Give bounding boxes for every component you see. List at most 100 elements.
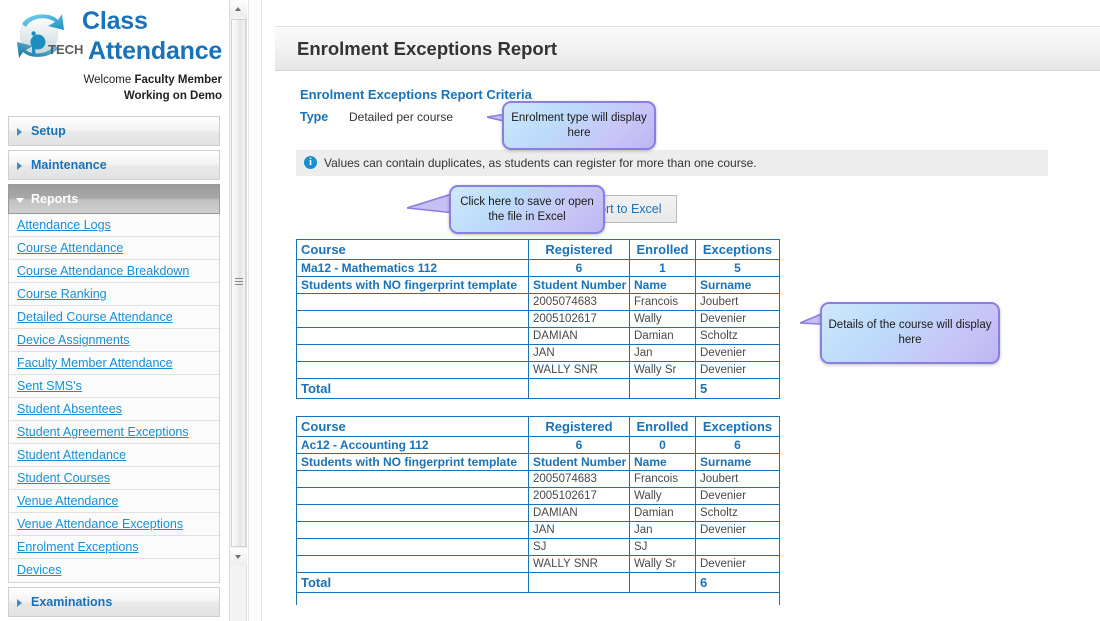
reports-link-list: Attendance Logs Course Attendance Course… [8, 214, 220, 583]
sidebar-item-detailed-course-attendance[interactable]: Detailed Course Attendance [9, 306, 219, 329]
type-label: Type [300, 110, 329, 124]
sidebar-scrollbar[interactable] [229, 0, 247, 621]
sidebar-item-course-attendance[interactable]: Course Attendance [9, 237, 219, 260]
student-name: Damian [629, 504, 696, 522]
page-scrollbar-track[interactable] [248, 0, 262, 621]
sidebar-item-attendance-logs[interactable]: Attendance Logs [9, 214, 219, 237]
total-value: 5 [695, 378, 780, 399]
student-surname: Joubert [695, 470, 780, 488]
sidebar-item-venue-attendance-exceptions[interactable]: Venue Attendance Exceptions [9, 513, 219, 536]
info-message-text: Values can contain duplicates, as studen… [324, 156, 757, 170]
sidebar-item-faculty-member-attendance[interactable]: Faculty Member Attendance [9, 352, 219, 375]
subheader-no-fingerprint: Students with NO fingerprint template [296, 276, 529, 294]
student-surname: Devenier [695, 487, 780, 505]
scrollbar-grip-icon [235, 278, 243, 285]
table-row: JAN Jan Devenier [296, 344, 780, 362]
table-subheader-row: Students with NO fingerprint template St… [296, 276, 780, 294]
student-name: Jan [629, 521, 696, 539]
sidebar-item-enrolment-exceptions[interactable]: Enrolment Exceptions [9, 536, 219, 559]
table-row: WALLY SNR Wally Sr Devenier [296, 555, 780, 573]
application-window: TECH Class Attendance Welcome Faculty Me… [0, 0, 1100, 621]
brand-title-line2: Attendance [88, 37, 223, 65]
subheader-student-number: Student Number [528, 276, 630, 294]
student-number: 2005074683 [528, 470, 630, 488]
total-label: Total [296, 572, 529, 593]
student-surname: Devenier [695, 555, 780, 573]
scroll-down-arrow-icon[interactable] [230, 548, 247, 565]
table-row: WALLY SNR Wally Sr Devenier [296, 361, 780, 379]
chevron-right-icon [17, 599, 22, 607]
welcome-line-2: Working on Demo [123, 90, 222, 102]
chevron-right-icon [17, 162, 22, 170]
subheader-student-number: Student Number [528, 453, 630, 471]
sidebar-section-setup[interactable]: Setup [8, 116, 220, 146]
sidebar-item-venue-attendance[interactable]: Venue Attendance [9, 490, 219, 513]
student-surname: Devenier [695, 361, 780, 379]
criteria-heading: Enrolment Exceptions Report Criteria [300, 87, 532, 102]
brand-title-line1: Class [82, 7, 148, 35]
brand-header: TECH Class Attendance Welcome Faculty Me… [0, 0, 228, 112]
course-registered: 6 [528, 436, 630, 454]
sidebar-section-examinations-label: Examinations [31, 595, 113, 609]
student-number: SJ [528, 538, 630, 556]
export-callout-text: Click here to save or open the file in E… [460, 195, 594, 223]
scroll-up-arrow-icon[interactable] [230, 0, 247, 17]
student-number: DAMIAN [528, 504, 630, 522]
details-callout-text: Details of the course will display here [828, 319, 992, 346]
student-name: Wally Sr [629, 361, 696, 379]
type-value: Detailed per course [349, 110, 454, 124]
sidebar-item-student-agreement-exceptions[interactable]: Student Agreement Exceptions [9, 421, 219, 444]
student-number: WALLY SNR [528, 361, 630, 379]
type-callout: Enrolment type will display here [502, 101, 656, 150]
column-header-enrolled: Enrolled [629, 239, 696, 260]
iptech-globe-logo-icon: TECH [17, 14, 83, 58]
enrolment-exceptions-table-1: Course Registered Enrolled Exceptions Ma… [296, 239, 780, 399]
course-registered: 6 [528, 259, 630, 277]
type-callout-text: Enrolment type will display here [511, 111, 647, 139]
sidebar-section-maintenance-label: Maintenance [31, 158, 107, 172]
subheader-name: Name [629, 276, 696, 294]
sidebar-section-examinations[interactable]: Examinations [8, 587, 220, 617]
student-number: JAN [528, 344, 630, 362]
sidebar-section-reports[interactable]: Reports [8, 184, 220, 214]
table-row: 2005074683 Francois Joubert [296, 470, 780, 488]
student-name: Damian [629, 327, 696, 345]
student-name: Jan [629, 344, 696, 362]
chevron-right-icon [17, 128, 22, 136]
sidebar-item-student-absentees[interactable]: Student Absentees [9, 398, 219, 421]
course-enrolled: 1 [629, 259, 696, 277]
scrollbar-thumb[interactable] [231, 19, 246, 547]
student-surname: Devenier [695, 521, 780, 539]
column-header-exceptions: Exceptions [695, 239, 780, 260]
student-number: 2005074683 [528, 293, 630, 311]
column-header-registered: Registered [528, 239, 630, 260]
subheader-surname: Surname [695, 276, 780, 294]
page-title-bar: Enrolment Exceptions Report [275, 26, 1100, 71]
enrolment-exceptions-table-2: Course Registered Enrolled Exceptions Ac… [296, 416, 780, 605]
subheader-no-fingerprint: Students with NO fingerprint template [296, 453, 529, 471]
table-row: DAMIAN Damian Scholtz [296, 327, 780, 345]
table-row: 2005102617 Wally Devenier [296, 487, 780, 505]
sidebar-item-student-courses[interactable]: Student Courses [9, 467, 219, 490]
left-navigation-panel: TECH Class Attendance Welcome Faculty Me… [0, 0, 228, 621]
sidebar-item-sent-sms[interactable]: Sent SMS's [9, 375, 219, 398]
table-row: 2005102617 Wally Devenier [296, 310, 780, 328]
sidebar-item-course-ranking[interactable]: Course Ranking [9, 283, 219, 306]
subheader-surname: Surname [695, 453, 780, 471]
student-number: 2005102617 [528, 487, 630, 505]
sidebar-section-maintenance[interactable]: Maintenance [8, 150, 220, 180]
student-surname: Devenier [695, 344, 780, 362]
table-subheader-row: Students with NO fingerprint template St… [296, 453, 780, 471]
sidebar-item-student-attendance[interactable]: Student Attendance [9, 444, 219, 467]
table-header-row: Course Registered Enrolled Exceptions [296, 239, 780, 260]
course-enrolled: 0 [629, 436, 696, 454]
student-name: Wally Sr [629, 555, 696, 573]
welcome-message: Welcome Faculty Member Working on Demo [6, 72, 222, 104]
sidebar-item-course-attendance-breakdown[interactable]: Course Attendance Breakdown [9, 260, 219, 283]
sidebar-item-device-assignments[interactable]: Device Assignments [9, 329, 219, 352]
total-label: Total [296, 378, 529, 399]
column-header-course: Course [296, 416, 529, 437]
info-icon: i [304, 156, 317, 169]
sidebar-item-devices[interactable]: Devices [9, 559, 219, 582]
details-callout: Details of the course will display here [820, 302, 1000, 364]
